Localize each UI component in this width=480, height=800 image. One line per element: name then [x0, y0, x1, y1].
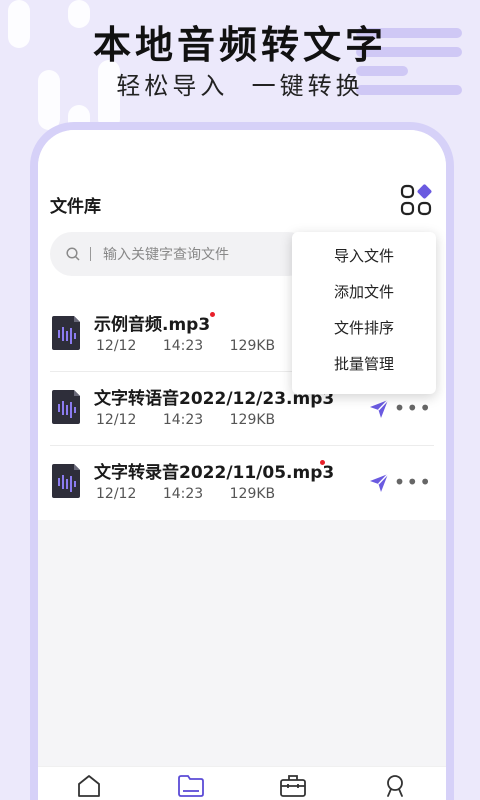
file-name: 文字转录音2022/11/05.mp3: [94, 463, 335, 483]
phone-frame: 文件库 输入关键字查询文件 示例音频.mp3 12/12 14:23 129KB…: [30, 122, 454, 800]
banner-title: 本地音频转文字: [92, 23, 387, 67]
banner-subtitle: 轻松导入 一键转换: [116, 72, 364, 100]
send-icon[interactable]: [368, 472, 390, 494]
file-date: 12/12: [96, 486, 137, 502]
audio-file-icon: [52, 390, 80, 424]
file-meta: 12/12 14:23 129KB: [96, 412, 297, 428]
home-icon: [78, 775, 100, 797]
tab-profile[interactable]: 我的: [360, 773, 430, 800]
page-title: 文件库: [50, 197, 101, 217]
file-time: 14:23: [162, 486, 204, 502]
new-indicator-dot: [210, 312, 215, 317]
send-icon[interactable]: [368, 398, 390, 420]
file-meta: 12/12 14:23 129KB: [96, 486, 297, 502]
file-row[interactable]: 文字转录音2022/11/05.mp3 12/12 14:23 129KB ••…: [50, 446, 434, 520]
menu-item-sort-files[interactable]: 文件排序: [292, 310, 436, 346]
file-time: 14:23: [162, 338, 204, 354]
new-indicator-dot: [320, 460, 325, 465]
menu-item-batch-manage[interactable]: 批量管理: [292, 346, 436, 382]
menu-item-import-file[interactable]: 导入文件: [292, 238, 436, 274]
file-name: 示例音频.mp3: [94, 315, 211, 335]
file-meta: 12/12 14:23 129KB: [96, 338, 297, 354]
file-size: 129KB: [229, 338, 276, 354]
search-icon: [66, 247, 80, 261]
search-input[interactable]: 输入关键字查询文件: [50, 232, 310, 276]
file-date: 12/12: [96, 412, 137, 428]
user-icon: [387, 775, 403, 797]
file-size: 129KB: [229, 486, 276, 502]
bottom-tab-bar: 主页 文件 工具 我的: [38, 766, 446, 800]
toolbox-icon: [280, 775, 306, 797]
search-placeholder: 输入关键字查询文件: [103, 247, 229, 263]
text-cursor: [90, 247, 91, 261]
options-dropdown-menu: 导入文件 添加文件 文件排序 批量管理: [292, 232, 436, 394]
more-options-icon[interactable]: •••: [394, 472, 432, 492]
grid-menu-icon[interactable]: [400, 184, 432, 216]
menu-item-add-file[interactable]: 添加文件: [292, 274, 436, 310]
audio-file-icon: [52, 316, 80, 350]
folder-icon: [178, 775, 204, 797]
tab-home[interactable]: 主页: [54, 773, 124, 800]
file-date: 12/12: [96, 338, 137, 354]
more-options-icon[interactable]: •••: [394, 398, 432, 418]
audio-file-icon: [52, 464, 80, 498]
tab-files[interactable]: 文件: [156, 773, 226, 800]
tab-tools[interactable]: 工具: [258, 773, 328, 800]
file-size: 129KB: [229, 412, 276, 428]
file-time: 14:23: [162, 412, 204, 428]
